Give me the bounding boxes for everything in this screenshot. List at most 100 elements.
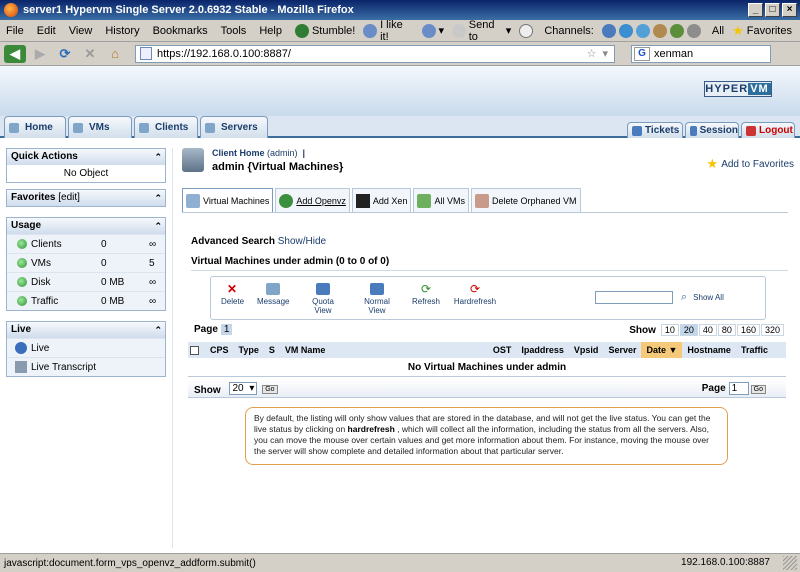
column-ost[interactable]: OST (488, 342, 517, 358)
reload-icon[interactable]: ⟳ (54, 45, 76, 63)
menu-history[interactable]: History (105, 25, 139, 37)
tab-delete-orphaned[interactable]: Delete Orphaned VM (470, 188, 581, 212)
briefcase-icon (652, 23, 667, 38)
favorites-edit-link[interactable]: [edit] (58, 192, 80, 203)
url-bar[interactable]: https://192.168.0.100:8887/ ☆ ▾ (135, 44, 615, 63)
thumbs-down-button[interactable]: ▾ (421, 23, 444, 38)
channel-icons[interactable] (601, 23, 704, 38)
column-s[interactable]: S (264, 342, 280, 358)
menu-help[interactable]: Help (259, 25, 282, 37)
tab-logout[interactable]: Logout (741, 122, 795, 138)
favorites-header[interactable]: Favorites [edit] ⌃ (7, 190, 165, 206)
home-icon[interactable]: ⌂ (104, 45, 126, 63)
stumble-button[interactable]: Stumble! (294, 23, 355, 38)
tab-add-xen[interactable]: Add Xen (351, 188, 412, 212)
thumbs-up-icon (363, 23, 378, 38)
menu-tools[interactable]: Tools (221, 25, 247, 37)
stop-icon[interactable]: ✕ (79, 45, 101, 63)
tab-home[interactable]: Home (4, 116, 66, 138)
tickets-icon (632, 125, 642, 136)
live-transcript-item[interactable]: Live Transcript (7, 357, 165, 376)
page-size-option[interactable]: 10 (660, 324, 679, 336)
resize-grip-icon[interactable] (783, 556, 797, 570)
page-size-option[interactable]: 80 (717, 324, 736, 336)
normal-view-action[interactable]: Normal View (355, 283, 399, 315)
show-all-button[interactable]: ⌕ Show All (681, 291, 724, 304)
add-favorites-link[interactable]: ★ Add to Favorites (707, 156, 794, 172)
usage-row[interactable]: Traffic 0 MB ∞ (7, 291, 165, 310)
status-dot-icon (17, 296, 27, 306)
menu-view[interactable]: View (69, 25, 93, 37)
show-hide-link[interactable]: Show/Hide (278, 236, 326, 247)
go-button[interactable]: Go (262, 385, 278, 394)
favorites-button[interactable]: ★ Favorites (732, 23, 792, 39)
column-date[interactable]: Date ▼ (641, 342, 683, 358)
quick-actions-header[interactable]: Quick Actions ⌃ (7, 149, 165, 165)
select-all-checkbox[interactable] (190, 345, 199, 355)
collapse-icon[interactable]: ⌃ (154, 322, 162, 338)
collapse-icon[interactable]: ⌃ (154, 149, 162, 165)
column-vm-name[interactable]: VM Name (280, 342, 488, 358)
tab-servers[interactable]: Servers (200, 116, 268, 138)
page-header: HYPER VM (0, 66, 800, 116)
page-size-option[interactable]: 160 (736, 324, 760, 336)
tab-virtual-machines[interactable]: Virtual Machines (182, 188, 274, 212)
usage-row[interactable]: VMs 0 5 (7, 253, 165, 272)
page-go-button[interactable]: Go (750, 385, 766, 394)
search-input[interactable] (595, 291, 673, 304)
page-size-option[interactable]: 40 (698, 324, 717, 336)
page-size-select[interactable]: 20 ▾ (229, 382, 258, 395)
page-size-option[interactable]: 320 (760, 324, 784, 336)
usage-header[interactable]: Usage ⌃ (7, 218, 165, 234)
hardrefresh-action[interactable]: ⟳ Hardrefresh (453, 283, 497, 306)
tab-vms[interactable]: VMs (68, 116, 132, 138)
dropdown-icon[interactable]: ▾ (602, 47, 608, 60)
sort-desc-icon: ▼ (668, 345, 678, 355)
live-header[interactable]: Live ⌃ (7, 322, 165, 338)
comment-button[interactable] (519, 23, 536, 38)
column-traffic[interactable]: Traffic (736, 342, 773, 358)
delete-action[interactable]: ✕ Delete (221, 283, 244, 306)
tab-all-vms[interactable]: All VMs (413, 188, 469, 212)
minimize-button[interactable]: _ (748, 3, 763, 17)
stumble-icon (294, 23, 309, 38)
usage-row[interactable]: Disk 0 MB ∞ (7, 272, 165, 291)
back-button[interactable]: ◀ (4, 44, 26, 63)
column-ipaddress[interactable]: Ipaddress (516, 342, 569, 358)
column-server[interactable]: Server (603, 342, 641, 358)
tab-clients[interactable]: Clients (134, 116, 198, 138)
all-button[interactable]: All (712, 25, 724, 37)
refresh-action[interactable]: ⟳ Refresh (411, 283, 441, 306)
tab-session[interactable]: Session (685, 122, 739, 138)
page-number[interactable]: 1 (220, 324, 233, 335)
column-cps[interactable]: CPS (205, 342, 234, 358)
maximize-button[interactable]: □ (765, 3, 780, 17)
live-item[interactable]: Live (7, 338, 165, 357)
column-vpsid[interactable]: Vpsid (569, 342, 604, 358)
client-home-link[interactable]: Client Home (212, 148, 265, 158)
tab-add-openvz[interactable]: Add Openvz (275, 188, 350, 212)
menu-edit[interactable]: Edit (37, 25, 56, 37)
menu-file[interactable]: File (6, 25, 24, 37)
quota-view-action[interactable]: Quota View (303, 283, 343, 315)
sendto-button[interactable]: Send to ▾ (452, 19, 511, 43)
collapse-icon[interactable]: ⌃ (154, 218, 162, 234)
status-host: 192.168.0.100:8887 (681, 557, 770, 568)
close-button[interactable]: × (782, 3, 797, 17)
url-text: https://192.168.0.100:8887/ (157, 47, 291, 60)
column-type[interactable]: Type (234, 342, 264, 358)
tab-tickets[interactable]: Tickets (627, 122, 683, 138)
page-input[interactable]: 1 (728, 382, 749, 395)
column-hostname[interactable]: Hostname (682, 342, 736, 358)
ilike-button[interactable]: I like it! (363, 19, 413, 43)
channels-label: Channels: (544, 24, 594, 37)
star-icon: ★ (706, 156, 719, 171)
forward-button[interactable]: ▶ (29, 45, 51, 63)
search-box[interactable]: G xenman (631, 44, 771, 63)
message-action[interactable]: Message (257, 283, 289, 306)
collapse-icon[interactable]: ⌃ (154, 190, 162, 206)
bookmark-star-icon[interactable]: ☆ (587, 47, 597, 60)
usage-row[interactable]: Clients 0 ∞ (7, 234, 165, 253)
menu-bookmarks[interactable]: Bookmarks (153, 25, 208, 37)
page-size-option[interactable]: 20 (679, 324, 698, 336)
